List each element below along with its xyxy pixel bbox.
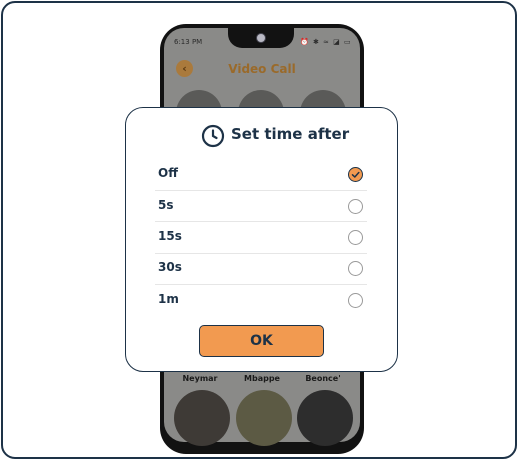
chevron-left-icon[interactable]: ‹ [176, 60, 193, 77]
option-label-off[interactable]: Off [158, 166, 178, 180]
divider [155, 190, 367, 191]
contact-name: Neymar [182, 374, 218, 383]
dialog-title: Set time after [231, 125, 350, 143]
avatar[interactable] [174, 390, 230, 446]
app-title: Video Call [228, 62, 296, 76]
avatar[interactable] [236, 390, 292, 446]
divider [155, 253, 367, 254]
option-label-30s[interactable]: 30s [158, 260, 182, 274]
camera-icon [256, 33, 266, 43]
check-icon [351, 171, 360, 178]
radio-1m[interactable] [348, 293, 363, 308]
contact-name: Beonce' [305, 374, 341, 383]
option-label-1m[interactable]: 1m [158, 292, 179, 306]
radio-30s[interactable] [348, 261, 363, 276]
divider [155, 284, 367, 285]
clock-icon [201, 124, 225, 148]
option-label-5s[interactable]: 5s [158, 198, 174, 212]
status-icons: ⏰ ✱ ≈ ◪ ▭ [300, 38, 352, 46]
status-time: 6:13 PM [174, 38, 203, 46]
ok-button[interactable]: OK [199, 325, 324, 357]
radio-15s[interactable] [348, 230, 363, 245]
option-label-15s[interactable]: 15s [158, 229, 182, 243]
divider [155, 221, 367, 222]
contact-name: Mbappe [244, 374, 280, 383]
radio-5s[interactable] [348, 199, 363, 214]
radio-off[interactable] [348, 167, 363, 182]
avatar[interactable] [297, 390, 353, 446]
